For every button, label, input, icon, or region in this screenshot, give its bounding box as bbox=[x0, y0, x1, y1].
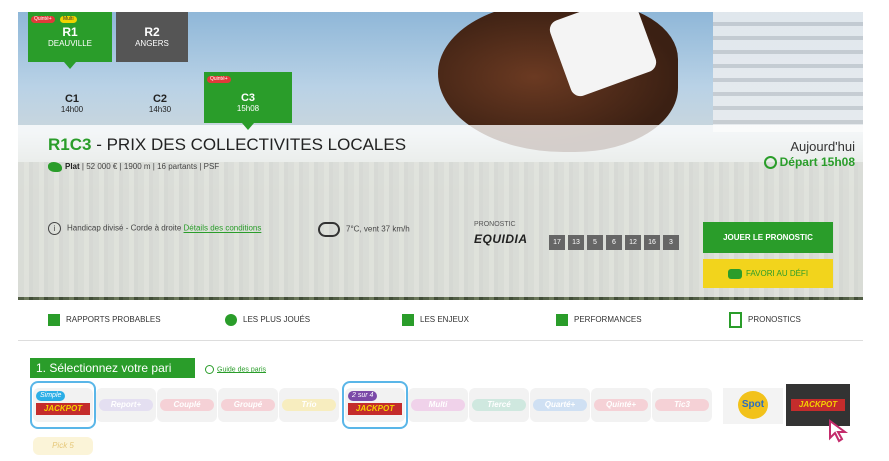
bar-chart-icon bbox=[48, 313, 60, 326]
race-details: | 52 000 € | 1900 m | 16 partants | PSF bbox=[81, 162, 220, 172]
bet-2sur4-jackpot[interactable]: 2 sur 4 JACKPOT bbox=[345, 388, 405, 422]
prono-number: 6 bbox=[606, 235, 622, 250]
bet-pick5[interactable]: Pick 5 bbox=[33, 437, 93, 455]
race-title-separator: - bbox=[91, 135, 107, 154]
course-code: C1 bbox=[64, 93, 80, 105]
course-code: C2 bbox=[152, 93, 168, 105]
prono-number: 3 bbox=[663, 235, 679, 250]
nav-label: LES PLUS JOUÉS bbox=[243, 315, 311, 324]
bet-tic3[interactable]: Tic3 bbox=[652, 388, 712, 422]
condition-text: Handicap divisé - Corde à droite bbox=[67, 223, 182, 233]
bet-couple[interactable]: Couplé bbox=[157, 388, 217, 422]
race-day: Aujourd'hui bbox=[790, 139, 855, 154]
prono-number: 5 bbox=[587, 235, 603, 250]
race-type: Plat bbox=[65, 162, 80, 172]
bet-spot[interactable]: Spot bbox=[723, 388, 783, 424]
race-depart: Départ 15h08 bbox=[763, 155, 855, 170]
prono-number: 16 bbox=[644, 235, 660, 250]
jackpot-label: JACKPOT bbox=[36, 403, 90, 415]
course-time: 15h08 bbox=[236, 104, 260, 113]
weather: 7°C, vent 37 km/h bbox=[318, 222, 410, 237]
bet-label: Multi bbox=[411, 399, 465, 411]
select-bet-header: 1. Sélectionnez votre pari bbox=[30, 358, 195, 378]
nav-enjeux[interactable]: LES ENJEUX bbox=[402, 300, 469, 340]
bet-quarte-plus[interactable]: Quarté+ bbox=[530, 388, 590, 422]
bet-label: Tiercé bbox=[472, 399, 526, 411]
defi-icon bbox=[727, 268, 742, 279]
bet-quinte-plus[interactable]: Quinté+ bbox=[591, 388, 651, 422]
horse-icon bbox=[48, 162, 62, 172]
guide-label: Guide des paris bbox=[217, 366, 267, 374]
bet-label: Groupé bbox=[221, 399, 275, 411]
bet-label: Quinté+ bbox=[594, 399, 648, 411]
pronostic-numbers: 17 13 5 6 12 16 3 bbox=[549, 231, 682, 250]
race-nav: RAPPORTS PROBABLES LES PLUS JOUÉS LES EN… bbox=[18, 300, 863, 341]
performance-icon bbox=[556, 313, 568, 326]
bet-label: Report+ bbox=[99, 399, 153, 411]
info-icon: i bbox=[48, 222, 61, 235]
reunion-code: R2 bbox=[144, 25, 160, 39]
bet-label: Tic3 bbox=[655, 399, 709, 411]
race-meta: Plat | 52 000 € | 1900 m | 16 partants |… bbox=[48, 162, 219, 172]
favori-defi-button[interactable]: FAVORI AU DÉFI bbox=[703, 259, 833, 288]
nav-plus-joues[interactable]: LES PLUS JOUÉS bbox=[225, 300, 310, 340]
weather-text: 7°C, vent 37 km/h bbox=[346, 224, 410, 234]
bet-trio[interactable]: Trio bbox=[279, 388, 339, 422]
course-time: 14h00 bbox=[60, 105, 84, 114]
conditions-link[interactable]: Détails des conditions bbox=[184, 224, 262, 233]
nav-label: PRONOSTICS bbox=[748, 315, 801, 324]
bet-multi[interactable]: Multi bbox=[408, 388, 468, 422]
nav-pronostics[interactable]: PRONOSTICS bbox=[729, 300, 801, 340]
play-pronostic-button[interactable]: JOUER LE PRONOSTIC bbox=[703, 222, 833, 253]
trophy-icon bbox=[225, 313, 237, 326]
document-icon bbox=[729, 311, 742, 328]
tab-course-c2[interactable]: C2 14h30 bbox=[116, 80, 204, 123]
nav-label: RAPPORTS PROBABLES bbox=[66, 315, 161, 324]
prono-number: 13 bbox=[568, 235, 584, 250]
course-time: 14h30 bbox=[148, 105, 172, 114]
race-conditions: i Handicap divisé - Corde à droite Détail… bbox=[48, 222, 261, 235]
quinte-badge: Quinté+ bbox=[207, 76, 231, 83]
race-name: PRIX DES COLLECTIVITES LOCALES bbox=[106, 135, 407, 154]
prono-number: 12 bbox=[625, 235, 641, 250]
guide-paris-link[interactable]: Guide des paris bbox=[205, 365, 266, 374]
nav-performances[interactable]: PERFORMANCES bbox=[556, 300, 642, 340]
favori-label: FAVORI AU DÉFI bbox=[745, 269, 809, 278]
prono-number: 17 bbox=[549, 235, 565, 250]
tab-reunion-r1[interactable]: Quinté+ Multi R1 DEAUVILLE bbox=[28, 12, 112, 69]
bet-label: Couplé bbox=[160, 399, 214, 411]
bet-label: Trio bbox=[282, 399, 336, 411]
bet-tierce[interactable]: Tiercé bbox=[469, 388, 529, 422]
bet-report-plus[interactable]: Report+ bbox=[96, 388, 156, 422]
nav-label: LES ENJEUX bbox=[420, 315, 469, 324]
multi-badge: Multi bbox=[60, 16, 77, 23]
tab-course-c1[interactable]: C1 14h00 bbox=[28, 80, 116, 123]
nav-rapports-probables[interactable]: RAPPORTS PROBABLES bbox=[48, 300, 161, 340]
tab-reunion-r2[interactable]: R2 ANGERS bbox=[116, 12, 188, 62]
race-title: R1C3 - PRIX DES COLLECTIVITES LOCALES bbox=[48, 135, 406, 155]
equidia-logo: EQUIDIA bbox=[474, 232, 528, 246]
bet-label: 2 sur 4 bbox=[348, 391, 378, 401]
clock-icon bbox=[763, 156, 777, 170]
tab-course-c3[interactable]: Quinté+ C3 15h08 bbox=[204, 72, 292, 130]
building-background bbox=[713, 12, 863, 132]
bet-label: Quarté+ bbox=[533, 399, 587, 411]
bet-label: Simple bbox=[36, 391, 66, 401]
pronostic-label: PRONOSTIC bbox=[474, 221, 516, 228]
nav-label: PERFORMANCES bbox=[574, 315, 642, 324]
quinte-badge: Quinté+ bbox=[31, 16, 55, 23]
spot-logo: Spot bbox=[738, 391, 768, 419]
jackpot-label: JACKPOT bbox=[791, 399, 845, 411]
bet-groupe[interactable]: Groupé bbox=[218, 388, 278, 422]
hand-cursor-icon bbox=[829, 419, 849, 443]
race-code: R1C3 bbox=[48, 135, 92, 154]
depart-time: Départ 15h08 bbox=[779, 155, 855, 169]
cloud-icon bbox=[318, 222, 340, 237]
jackpot-label: JACKPOT bbox=[348, 403, 402, 415]
reunion-city: ANGERS bbox=[135, 39, 169, 48]
help-icon bbox=[205, 365, 214, 374]
reunion-city: DEAUVILLE bbox=[47, 39, 93, 48]
bet-simple-jackpot[interactable]: Simple JACKPOT bbox=[33, 388, 93, 422]
money-icon bbox=[402, 313, 414, 326]
